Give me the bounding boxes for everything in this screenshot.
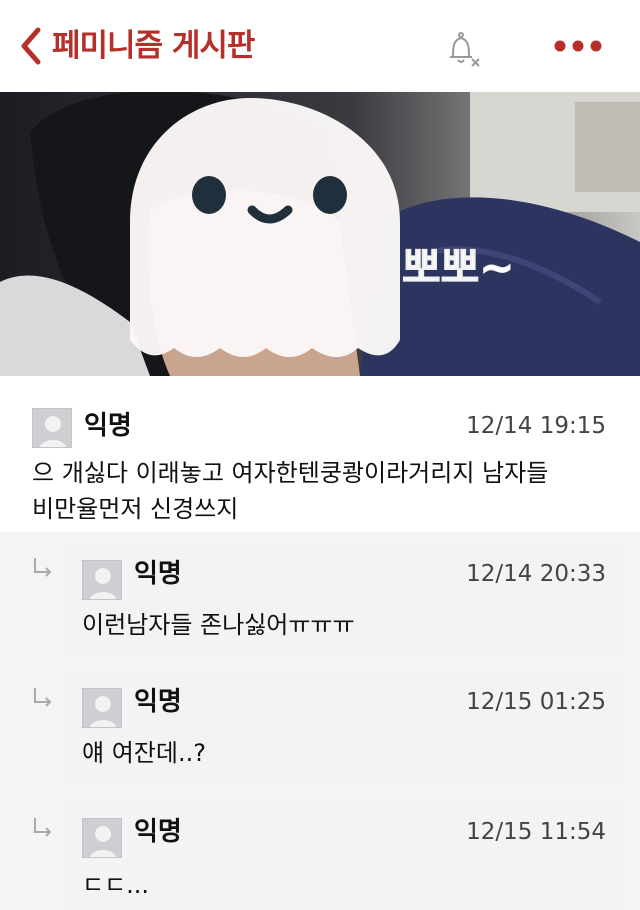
reply-text: 얘 여잔데..? bbox=[82, 739, 206, 767]
more-options-icon[interactable] bbox=[552, 38, 604, 54]
reply-arrow-icon bbox=[34, 688, 52, 707]
reply-arrow-icon bbox=[34, 818, 52, 837]
reply-time: 12/15 11:54 bbox=[466, 819, 606, 845]
back-chevron-icon[interactable] bbox=[14, 24, 48, 68]
reply-arrow-icon bbox=[34, 558, 52, 577]
reply-author: 익명 bbox=[134, 559, 182, 589]
reply-author: 익명 bbox=[134, 687, 182, 717]
reply-text: 이런남자들 존나싫어ㅠㅠㅠ bbox=[82, 611, 355, 639]
notification-off-bell-icon[interactable] bbox=[440, 26, 486, 70]
reply-item: 익명 12/15 01:25 얘 여잔데..? bbox=[64, 672, 624, 784]
avatar bbox=[82, 560, 122, 600]
photo-caption: 뽀뽀~ bbox=[402, 243, 514, 292]
reply-item: 익명 12/14 20:33 이런남자들 존나싫어ㅠㅠㅠ bbox=[64, 544, 624, 656]
avatar bbox=[32, 408, 72, 448]
app-header: 페미니즘 게시판 bbox=[0, 0, 640, 92]
board-title: 페미니즘 게시판 bbox=[52, 28, 255, 64]
reply-item: 익명 12/15 11:54 ㄷㄷ... bbox=[64, 802, 624, 910]
reply-text: ㄷㄷ... bbox=[82, 871, 150, 899]
avatar bbox=[82, 818, 122, 858]
comment-text-line-1: 으 개싫다 이래놓고 여자한텐쿵쾅이라거리지 남자들 bbox=[32, 459, 549, 487]
reply-time: 12/15 01:25 bbox=[466, 689, 606, 715]
post-image: 뽀뽀~ bbox=[0, 92, 640, 376]
comment-time: 12/14 19:15 bbox=[466, 413, 606, 439]
reply-time: 12/14 20:33 bbox=[466, 561, 606, 587]
comment-author: 익명 bbox=[84, 411, 132, 441]
avatar bbox=[82, 688, 122, 728]
reply-author: 익명 bbox=[134, 817, 182, 847]
comment-item: 익명 12/14 19:15 으 개싫다 이래놓고 여자한텐쿵쾅이라거리지 남자… bbox=[0, 392, 640, 532]
divider bbox=[0, 376, 640, 392]
comment-text-line-2: 비만율먼저 신경쓰지 bbox=[32, 495, 239, 523]
